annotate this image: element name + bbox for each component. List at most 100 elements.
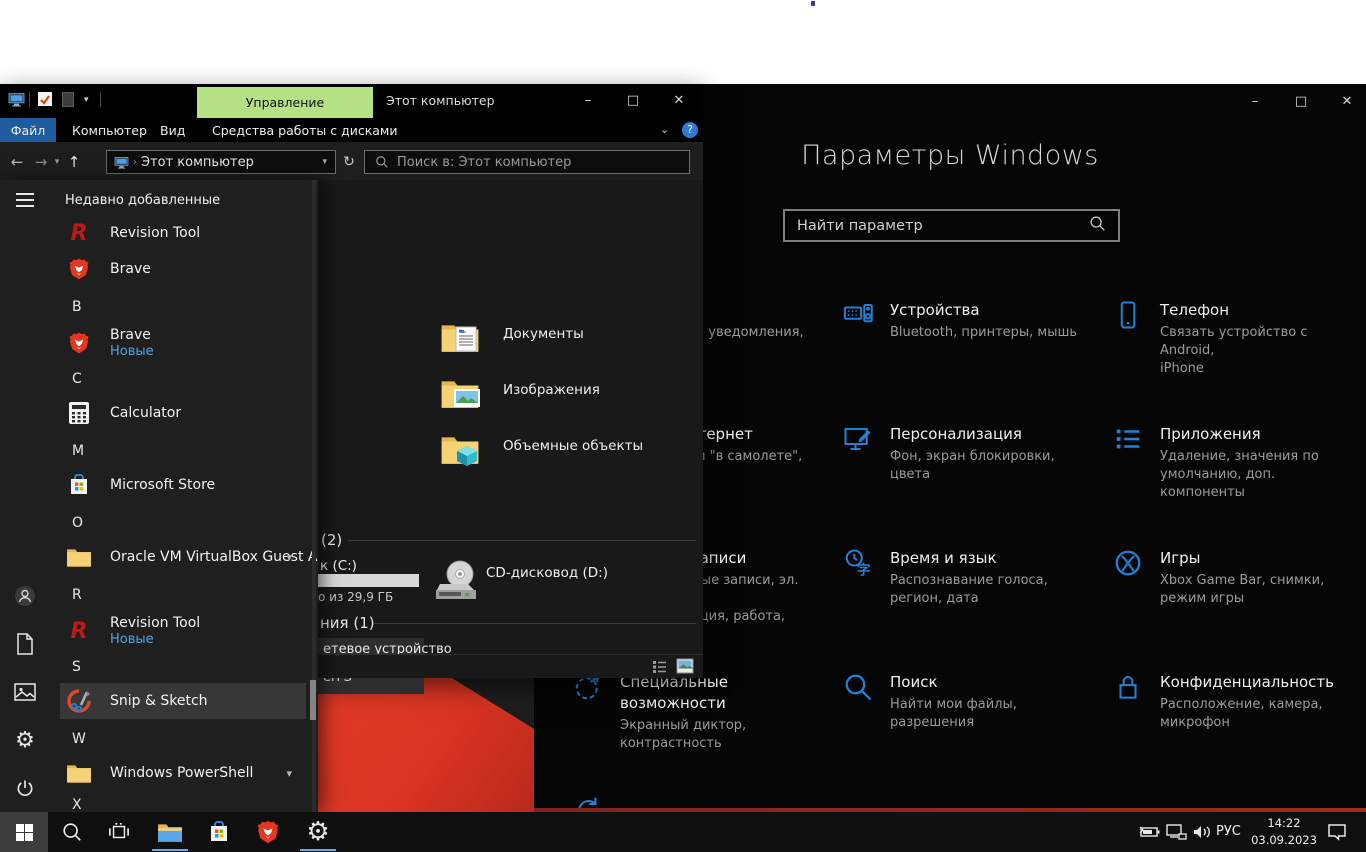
start-item-calculator[interactable]: Calculator: [60, 395, 306, 431]
start-item-revision-tool-new[interactable]: R Revision Tool Новые: [60, 608, 306, 654]
qat-properties-icon[interactable]: [38, 92, 52, 106]
start-section-letter[interactable]: C: [72, 371, 82, 387]
language-indicator[interactable]: РУС: [1216, 824, 1241, 839]
chevron-down-icon: ▾: [286, 766, 292, 780]
settings-minimize-button[interactable]: –: [1240, 90, 1270, 112]
explorer-running-indicator: [152, 849, 188, 851]
documents-icon[interactable]: [13, 632, 37, 656]
folder-documents[interactable]: [440, 320, 480, 358]
recent-locations-chevron-icon[interactable]: ▾: [50, 150, 64, 174]
folder-label[interactable]: Документы: [503, 326, 584, 342]
settings-tile-personalization[interactable]: Персонализация Фон, экран блокировки, цв…: [843, 424, 1093, 484]
taskbar-clock[interactable]: 14:22 03.09.2023: [1250, 815, 1318, 849]
back-button[interactable]: ←: [6, 150, 28, 174]
start-section-letter[interactable]: R: [72, 587, 82, 603]
search-icon: [376, 156, 388, 168]
lock-icon: [1119, 676, 1137, 699]
taskbar-brave-button[interactable]: [246, 812, 290, 852]
qat-newfolder-icon[interactable]: [62, 92, 74, 107]
start-button[interactable]: [0, 812, 48, 852]
explorer-minimize-button[interactable]: –: [573, 89, 603, 111]
start-item-oracle-vm-folder[interactable]: Oracle VM VirtualBox Guest Addit... ▾: [60, 539, 318, 575]
cd-drive[interactable]: [434, 558, 480, 606]
start-section-letter[interactable]: W: [72, 731, 86, 747]
settings-close-button[interactable]: ✕: [1332, 90, 1362, 112]
settings-tile-accessibility[interactable]: Специальные возможности Экранный диктор,…: [573, 672, 823, 753]
taskbar-search-button[interactable]: [50, 812, 94, 852]
thumbnails-view-icon[interactable]: [676, 658, 694, 674]
start-item-brave-new[interactable]: Brave Новые: [60, 320, 306, 366]
task-view-icon: [109, 823, 129, 839]
start-scrollbar-thumb[interactable]: [310, 680, 316, 720]
ribbon-tab-manage[interactable]: Управление: [197, 87, 373, 118]
taskbar-file-explorer-button[interactable]: [148, 812, 192, 852]
forward-button[interactable]: →: [30, 150, 52, 174]
task-view-button[interactable]: [97, 812, 141, 852]
start-section-letter[interactable]: B: [72, 299, 82, 315]
settings-tile-phone[interactable]: Телефон Связать устройство с Android, iPh…: [1113, 300, 1363, 378]
section-divider: [374, 623, 696, 624]
start-section-letter[interactable]: O: [72, 515, 83, 531]
start-item-brave[interactable]: Brave: [60, 251, 306, 287]
volume-icon[interactable]: [1188, 812, 1216, 852]
up-button[interactable]: ↑: [64, 150, 84, 174]
settings-gear-icon[interactable]: ⚙: [13, 728, 37, 753]
refresh-icon[interactable]: ↻: [338, 150, 360, 174]
explorer-search-input[interactable]: Поиск в: Этот компьютер: [364, 150, 690, 174]
ribbon-tab-disk-tools[interactable]: Средства работы с дисками: [212, 118, 397, 142]
taskbar: ⚙ РУС 14:22 03.09.2023: [0, 812, 1366, 852]
ribbon-tab-computer[interactable]: Компьютер: [72, 118, 147, 142]
start-section-letter[interactable]: X: [72, 797, 82, 812]
address-bar[interactable]: › Этот компьютер ▾: [106, 150, 336, 174]
start-section-letter[interactable]: M: [72, 443, 84, 459]
pictures-icon[interactable]: [13, 680, 37, 704]
ribbon-expand-chevron-icon[interactable]: ⌄: [660, 123, 669, 136]
start-section-letter[interactable]: S: [72, 659, 81, 675]
drive-c-label-partial[interactable]: к (C:): [320, 558, 357, 574]
ribbon-tab-file[interactable]: Файл: [0, 118, 56, 142]
power-icon[interactable]: [13, 776, 37, 800]
start-item-microsoft-store[interactable]: Microsoft Store: [60, 467, 306, 503]
settings-tile-devices[interactable]: Устройства Bluetooth, принтеры, мышь: [843, 300, 1093, 342]
start-item-snip-sketch[interactable]: Snip & Sketch: [60, 683, 306, 719]
help-icon[interactable]: ?: [682, 122, 698, 138]
settings-tile-search[interactable]: Поиск Найти мои файлы, разрешения: [843, 672, 1093, 732]
ribbon-tab-view[interactable]: Вид: [160, 118, 185, 142]
settings-tile-games[interactable]: Игры Xbox Game Bar, снимки, режим игры: [1113, 548, 1363, 608]
settings-tile-time-language[interactable]: 字 Время и язык Распознавание голоса, реги…: [843, 548, 1093, 608]
start-recent-header: Недавно добавленные: [65, 193, 221, 208]
personalization-icon: [844, 428, 871, 450]
search-icon: [63, 823, 81, 841]
taskbar-settings-button[interactable]: ⚙: [296, 812, 340, 852]
settings-search-input[interactable]: Найти параметр: [783, 209, 1120, 242]
start-item-revision-tool[interactable]: R Revision Tool: [60, 215, 306, 251]
svg-text:字: 字: [857, 561, 871, 578]
explorer-maximize-button[interactable]: □: [618, 89, 648, 111]
brave-icon: [255, 819, 281, 845]
settings-tile-apps[interactable]: Приложения Удаление, значения по умолчани…: [1113, 424, 1363, 502]
folder-label[interactable]: Объемные объекты: [503, 438, 643, 454]
details-view-icon[interactable]: [652, 660, 667, 674]
explorer-close-button[interactable]: ✕: [664, 89, 694, 111]
desktop-wallpaper: [318, 678, 534, 812]
folder-pictures[interactable]: [440, 376, 480, 414]
section-divider: [348, 540, 696, 541]
folder-3d-objects[interactable]: [440, 432, 480, 470]
settings-tile-update-partial[interactable]: [573, 794, 823, 808]
address-dropdown-chevron-icon[interactable]: ▾: [322, 157, 327, 167]
folder-label[interactable]: Изображения: [503, 382, 600, 398]
explorer-ribbon-tabs: Файл Компьютер Вид Средства работы с дис…: [0, 118, 703, 142]
clock-date: 03.09.2023: [1251, 833, 1317, 847]
settings-maximize-button[interactable]: □: [1286, 90, 1316, 112]
start-item-windows-powershell[interactable]: Windows PowerShell ▾: [60, 755, 306, 791]
breadcrumb-location[interactable]: Этот компьютер: [141, 155, 254, 170]
action-center-icon[interactable]: [1320, 812, 1354, 852]
network-icon[interactable]: [1162, 812, 1190, 852]
qat-customize-chevron-icon[interactable]: ▾: [84, 95, 89, 105]
user-avatar-icon[interactable]: [13, 584, 37, 608]
hamburger-icon[interactable]: [13, 188, 37, 212]
settings-tile-privacy[interactable]: Конфиденциальность Расположение, камера,…: [1113, 672, 1363, 732]
battery-icon[interactable]: [1136, 812, 1164, 852]
taskbar-store-button[interactable]: [197, 812, 241, 852]
cd-drive-label[interactable]: CD-дисковод (D:): [486, 565, 608, 581]
